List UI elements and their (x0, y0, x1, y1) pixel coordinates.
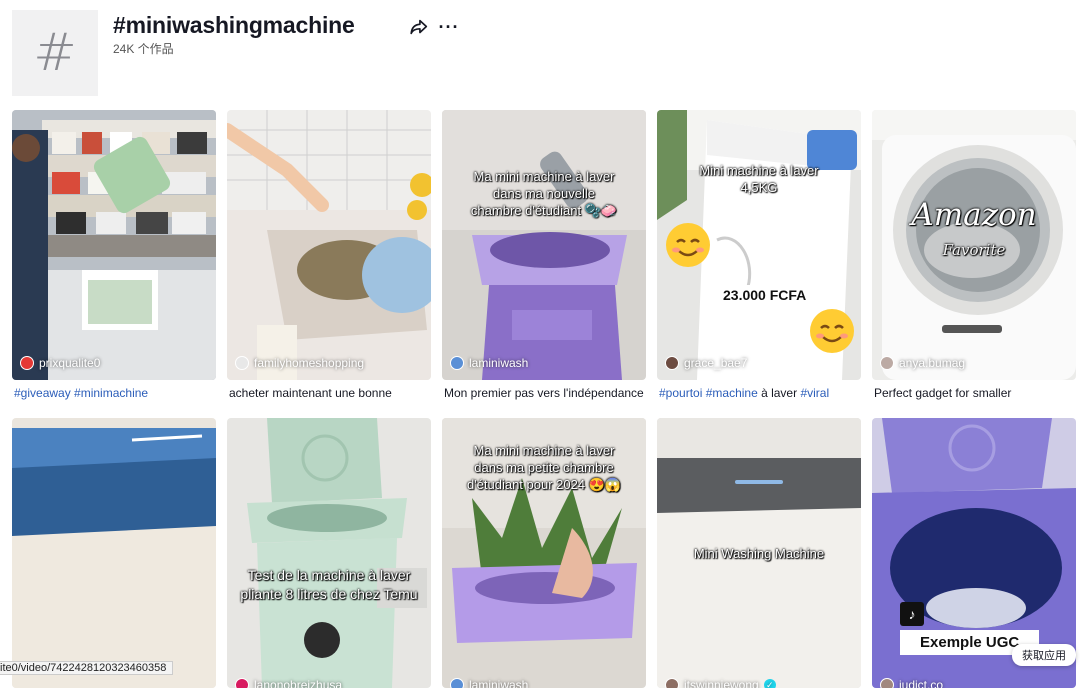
green-folding-washer-image (227, 418, 431, 688)
video-card[interactable]: Test de la machine à laver pliante 8 lit… (227, 418, 431, 688)
video-thumbnail[interactable]: Mini Washing Machine itswinniewong ✓ (657, 418, 861, 688)
video-caption: #pourtoi #machine à laver #viral (657, 386, 861, 402)
store-shelves-image (12, 110, 216, 380)
video-caption: Mon premier pas vers l'indépendance (442, 386, 646, 402)
author-tag[interactable]: laminiwash (450, 356, 528, 370)
author-tag[interactable]: laminiwash (450, 678, 528, 688)
video-thumbnail[interactable]: Test de la machine à laver pliante 8 lit… (227, 418, 431, 688)
twin-tub-washer-image (12, 418, 216, 688)
video-overlay-text: Mini Washing Machine (693, 546, 825, 561)
author-tag[interactable]: judict.co (880, 678, 943, 688)
author-tag[interactable]: anya.bumag (880, 356, 965, 370)
tiktok-icon: ♪ (900, 602, 924, 626)
hashtag-link[interactable]: #viral (800, 386, 829, 400)
author-name: anya.bumag (899, 356, 966, 370)
hashtag-link[interactable]: #pourtoi (659, 386, 702, 400)
avatar (450, 678, 464, 688)
video-card[interactable]: Ma mini machine à laver dans ma nouvelle… (442, 110, 646, 402)
more-options-button[interactable]: ··· (438, 16, 460, 38)
author-name: familyhomeshopping (254, 356, 365, 370)
author-tag[interactable]: itswinniewong ✓ (665, 678, 776, 688)
author-name: laminiwash (469, 678, 529, 688)
author-name: grace_bae7 (684, 356, 748, 370)
share-arrow-icon (410, 19, 428, 35)
share-button[interactable] (408, 16, 430, 38)
avatar (235, 356, 249, 370)
video-thumbnail[interactable]: prixqualite0 (12, 110, 216, 380)
author-name: judict.co (899, 678, 944, 688)
video-overlay-text: Mini machine à laver 4,5KG (699, 163, 819, 195)
caption-text: acheter maintenant une bonne (229, 386, 392, 400)
get-app-button[interactable]: 获取应用 (1012, 644, 1076, 666)
hashtag-link[interactable]: #machine (706, 386, 758, 400)
video-thumbnail[interactable]: Ma mini machine à laver dans ma nouvelle… (442, 110, 646, 380)
author-tag[interactable]: grace_bae7 (665, 356, 747, 370)
video-caption: Perfect gadget for smaller (872, 386, 1076, 402)
video-card[interactable]: Mini machine à laver 4,5KG 23.000 FCFA g… (657, 110, 861, 402)
hashtag-icon: # (33, 23, 77, 83)
video-card[interactable] (12, 418, 216, 688)
video-thumbnail[interactable] (12, 418, 216, 688)
video-overlay-text: Ma mini machine à laver dans ma petite c… (466, 443, 622, 492)
tag-header: # #miniwashingmachine 24K 个作品 ··· (12, 10, 1072, 100)
smiling-face-emoji-icon (666, 223, 710, 267)
video-count: 24K 个作品 (113, 42, 174, 56)
caption-text: à laver (757, 386, 801, 400)
avatar (880, 356, 894, 370)
more-dots-icon: ··· (438, 16, 460, 37)
video-caption: #giveaway #minimachine (12, 386, 216, 402)
author-tag[interactable]: lanonobreizhusa (235, 678, 342, 688)
author-tag[interactable]: prixqualite0 (20, 356, 100, 370)
author-name: lanonobreizhusa (254, 678, 343, 688)
video-card[interactable]: Ma mini machine à laver dans ma petite c… (442, 418, 646, 688)
page-title: #miniwashingmachine (113, 12, 355, 38)
video-card[interactable]: familyhomeshopping acheter maintenant un… (227, 110, 431, 402)
price-label: 23.000 FCFA (715, 285, 815, 305)
caption-text: Mon premier pas vers l'indépendance (444, 386, 644, 400)
author-name: prixqualite0 (39, 356, 101, 370)
video-card[interactable]: Amazon Favorite anya.bumag Perfect gadge… (872, 110, 1076, 402)
video-overlay-subtitle: Favorite (942, 241, 1006, 259)
avatar (665, 356, 679, 370)
video-thumbnail[interactable]: familyhomeshopping (227, 110, 431, 380)
video-caption: acheter maintenant une bonne (227, 386, 431, 402)
hashtag-link[interactable]: #minimachine (74, 386, 148, 400)
smiling-face-emoji-icon (810, 309, 854, 353)
hashtag-avatar: # (12, 10, 98, 96)
avatar (665, 678, 679, 688)
video-overlay-text: Test de la machine à laver pliante 8 lit… (240, 567, 418, 602)
avatar (880, 678, 894, 688)
video-thumbnail[interactable]: Amazon Favorite anya.bumag (872, 110, 1076, 380)
author-name: laminiwash (469, 356, 529, 370)
purple-washer-image (442, 110, 646, 380)
video-overlay-text: Ma mini machine à laver dans ma nouvelle… (470, 169, 618, 218)
author-tag[interactable]: familyhomeshopping (235, 356, 364, 370)
video-overlay-title: Amazon (911, 197, 1037, 233)
video-thumbnail[interactable]: Ma mini machine à laver dans ma petite c… (442, 418, 646, 688)
video-card[interactable]: Mini Washing Machine itswinniewong ✓ (657, 418, 861, 688)
avatar (450, 356, 464, 370)
author-name: itswinniewong (684, 678, 759, 688)
hashtag-link[interactable]: #giveaway (14, 386, 71, 400)
caption-text: Perfect gadget for smaller (874, 386, 1012, 400)
avatar (235, 678, 249, 688)
video-thumbnail[interactable]: Mini machine à laver 4,5KG 23.000 FCFA g… (657, 110, 861, 380)
sink-washing-image (227, 110, 431, 380)
avatar (20, 356, 34, 370)
verified-badge-icon: ✓ (763, 679, 776, 688)
video-card[interactable]: prixqualite0 #giveaway #minimachine (12, 110, 216, 402)
